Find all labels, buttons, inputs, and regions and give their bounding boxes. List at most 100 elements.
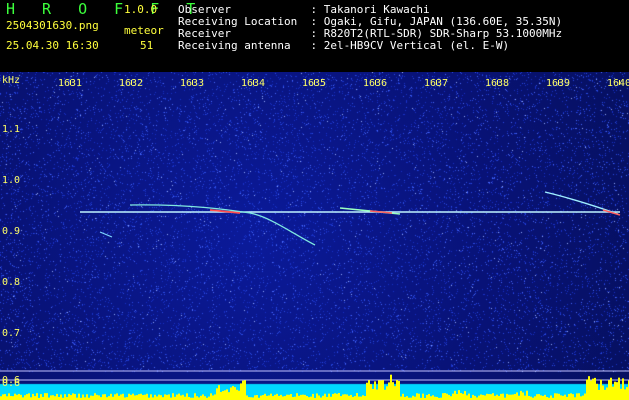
signal-level-bar bbox=[178, 393, 180, 400]
signal-level-bar bbox=[356, 393, 358, 400]
signal-level-bar bbox=[50, 395, 52, 400]
signal-level-bar bbox=[568, 393, 570, 400]
signal-level-bar bbox=[208, 396, 210, 400]
signal-level-bar bbox=[306, 396, 308, 400]
signal-level-bar bbox=[368, 380, 370, 400]
signal-level-bar bbox=[442, 393, 444, 400]
y-unit: kHz bbox=[2, 75, 21, 86]
signal-level-bar bbox=[316, 393, 318, 400]
x-tick-label: 1640 bbox=[607, 78, 629, 89]
signal-level-bar bbox=[506, 393, 508, 400]
signal-level-bar bbox=[254, 395, 256, 400]
signal-level-bar bbox=[244, 380, 246, 400]
signal-level-bar bbox=[284, 396, 286, 400]
signal-level-bar bbox=[604, 389, 606, 400]
signal-level-bar bbox=[228, 392, 230, 400]
signal-level-bar bbox=[8, 393, 10, 400]
signal-level-bar bbox=[158, 394, 160, 400]
signal-level-bar bbox=[494, 395, 496, 400]
signal-level-bar bbox=[466, 395, 468, 400]
signal-level-bar bbox=[614, 381, 616, 400]
signal-level-bar bbox=[474, 395, 476, 400]
signal-level-bar bbox=[94, 393, 96, 400]
signal-level-bar bbox=[572, 394, 574, 400]
signal-level-bar bbox=[580, 396, 582, 400]
file-name: 2504301630.png bbox=[6, 19, 99, 32]
signal-level-bar bbox=[322, 395, 324, 400]
signal-level-bar bbox=[432, 395, 434, 400]
signal-level-bar bbox=[346, 394, 348, 400]
signal-level-bar bbox=[358, 396, 360, 400]
signal-level-bar bbox=[202, 394, 204, 400]
signal-level-bar bbox=[618, 377, 620, 400]
signal-level-bar bbox=[24, 395, 26, 400]
signal-level-bar bbox=[182, 394, 184, 400]
signal-level-bar bbox=[450, 396, 452, 400]
x-tick-mark bbox=[131, 80, 132, 85]
signal-level-bar bbox=[56, 393, 58, 400]
signal-level-bar bbox=[456, 394, 458, 400]
signal-level-bar bbox=[620, 388, 622, 400]
signal-level-bars bbox=[0, 374, 629, 400]
signal-level-bar bbox=[44, 393, 46, 400]
signal-level-bar bbox=[524, 395, 526, 400]
signal-level-bar bbox=[592, 378, 594, 400]
signal-level-bar bbox=[490, 394, 492, 400]
signal-level-bar bbox=[336, 393, 338, 400]
signal-level-bar bbox=[90, 395, 92, 400]
signal-level-bar bbox=[72, 393, 74, 400]
signal-level-bar bbox=[68, 393, 70, 400]
signal-level-bar bbox=[428, 393, 430, 400]
signal-level-bar bbox=[128, 393, 130, 400]
meteor-count: 51 bbox=[140, 39, 154, 52]
meteor-trace bbox=[99, 231, 113, 238]
signal-level-bar bbox=[194, 393, 196, 400]
signal-level-bar bbox=[610, 377, 612, 400]
signal-level-bar bbox=[116, 393, 118, 400]
signal-level-bar bbox=[458, 390, 460, 400]
signal-level-bar bbox=[110, 393, 112, 400]
signal-level-bar bbox=[400, 396, 402, 400]
signal-level-bar bbox=[600, 379, 602, 400]
signal-level-bar bbox=[54, 396, 56, 400]
signal-level-bar bbox=[230, 387, 232, 400]
signal-level-bar bbox=[200, 395, 202, 400]
signal-level-bar bbox=[172, 393, 174, 400]
signal-level-bar bbox=[542, 395, 544, 400]
signal-level-bar bbox=[104, 394, 106, 400]
signal-level-bar bbox=[338, 393, 340, 400]
signal-level-bar bbox=[394, 386, 396, 400]
signal-level-bar bbox=[518, 395, 520, 400]
signal-level-bar bbox=[146, 393, 148, 400]
signal-level-bar bbox=[582, 395, 584, 400]
signal-level-bar bbox=[60, 394, 62, 400]
signal-level-bar bbox=[246, 395, 248, 400]
meteor-label: meteor bbox=[124, 24, 164, 37]
signal-level-bar bbox=[288, 394, 290, 400]
signal-level-bar bbox=[156, 396, 158, 400]
signal-level-bar bbox=[360, 396, 362, 400]
spectrogram-overlay bbox=[0, 191, 629, 400]
signal-level-bar bbox=[218, 385, 220, 400]
signal-level-bar bbox=[536, 394, 538, 400]
signal-level-bar bbox=[564, 394, 566, 400]
signal-level-bar bbox=[402, 393, 404, 400]
signal-level-bar bbox=[386, 386, 388, 400]
signal-level-bar bbox=[486, 393, 488, 400]
signal-level-bar bbox=[270, 393, 272, 400]
signal-level-bar bbox=[390, 374, 392, 400]
signal-level-bar bbox=[514, 393, 516, 400]
signal-level-bar bbox=[118, 395, 120, 400]
signal-level-bar bbox=[296, 393, 298, 400]
signal-level-bar bbox=[32, 393, 34, 400]
signal-level-bar bbox=[362, 395, 364, 400]
y-tick-label: 0.8 bbox=[2, 277, 21, 288]
signal-level-bar bbox=[74, 393, 76, 400]
signal-level-bar bbox=[624, 389, 626, 400]
signal-level-bar bbox=[556, 393, 558, 400]
signal-level-bar bbox=[220, 391, 222, 400]
signal-level-bar bbox=[496, 394, 498, 400]
signal-level-bar bbox=[334, 393, 336, 400]
signal-level-bar bbox=[164, 394, 166, 400]
signal-level-bar bbox=[464, 391, 466, 400]
